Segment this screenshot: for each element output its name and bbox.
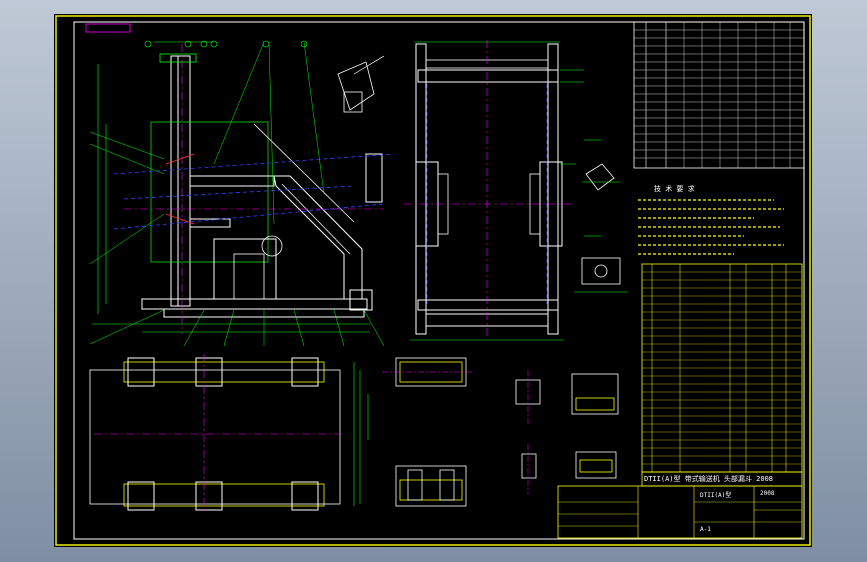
- front-view: [89, 40, 395, 347]
- bottom-detail-views: [367, 357, 474, 507]
- drawing-year: 2008: [760, 490, 775, 497]
- sheet-code: A-1: [700, 526, 711, 533]
- technical-notes: [638, 199, 784, 255]
- cad-drawing-sheet[interactable]: DTII(A)型 带式输送机 头部漏斗 2008 技 术 要 求 DTII(A)…: [54, 14, 812, 547]
- tech-req-heading: 技 术 要 求: [654, 185, 695, 193]
- plan-view: [89, 354, 361, 514]
- drawing-no: DTII(A)型: [700, 492, 732, 499]
- parts-list: [641, 263, 803, 473]
- inner-border: [73, 21, 805, 540]
- corner-label-box: [85, 23, 131, 33]
- section-detail-b: [574, 235, 628, 293]
- side-view: [404, 40, 584, 341]
- bracket-detail-views: [515, 370, 619, 494]
- drawing-canvas: [55, 15, 811, 546]
- title-line: DTII(A)型 带式输送机 头部漏斗 2008: [644, 475, 774, 483]
- section-detail-a: [582, 139, 620, 191]
- parameter-table: [633, 21, 805, 169]
